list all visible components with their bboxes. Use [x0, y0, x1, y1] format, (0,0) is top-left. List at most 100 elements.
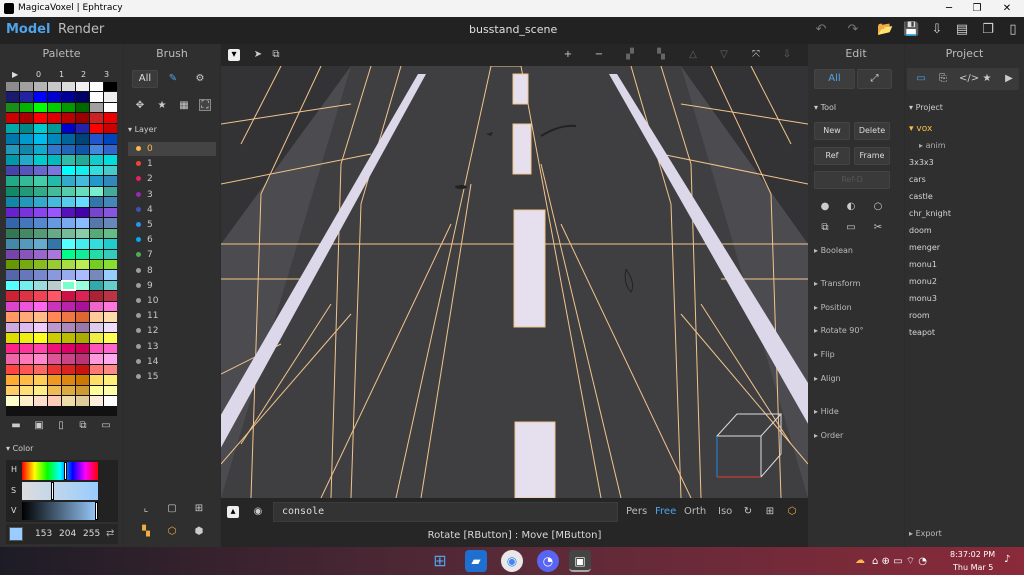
play-icon[interactable]: ▶ — [1003, 73, 1015, 85]
palette-swatch[interactable] — [104, 123, 117, 134]
palette-swatch[interactable] — [76, 322, 89, 333]
arrow-down-icon[interactable]: ⇩ — [781, 49, 793, 61]
palette-swatch[interactable] — [62, 92, 75, 102]
palette-swatch[interactable] — [104, 144, 117, 155]
palette-swatch[interactable] — [104, 291, 117, 301]
palette-swatch[interactable] — [20, 113, 33, 123]
palette-swatch[interactable] — [104, 239, 117, 249]
palette-swatch[interactable] — [62, 291, 75, 301]
palette-swatch[interactable] — [20, 102, 33, 113]
minimize-button[interactable]: ─ — [934, 1, 964, 16]
palette-swatch[interactable] — [90, 322, 103, 333]
palette-swatch[interactable] — [104, 102, 117, 113]
palette-swatch[interactable] — [6, 102, 19, 113]
edit-section[interactable]: ▸ Order — [814, 431, 843, 440]
layer-grid-icon[interactable]: ⊞ — [193, 503, 205, 515]
layer-row[interactable]: 7 — [128, 248, 216, 262]
edit-expand-icon[interactable]: ⤢ — [857, 69, 892, 89]
palette-swatch[interactable] — [90, 82, 103, 92]
palette-swatch[interactable] — [20, 385, 33, 396]
save-icon[interactable]: 💾 — [903, 22, 919, 38]
palette-swatch[interactable] — [62, 102, 75, 113]
palette-swatch[interactable] — [20, 155, 33, 165]
palette-swatch[interactable] — [34, 312, 47, 322]
palette-swatch[interactable] — [76, 375, 89, 385]
palette-swatch[interactable] — [34, 207, 47, 218]
palette-swatch[interactable] — [34, 165, 47, 176]
palette-swatch[interactable] — [48, 186, 61, 197]
fit-view-icon[interactable]: ⤧ — [750, 49, 762, 61]
palette-swatch[interactable] — [6, 165, 19, 176]
palette-swatch[interactable] — [20, 301, 33, 312]
palette-swatch[interactable] — [76, 92, 89, 102]
palette-swatch[interactable] — [48, 396, 61, 406]
palette-swatch[interactable] — [34, 364, 47, 375]
view-iso[interactable]: Iso — [718, 506, 732, 517]
blue-value[interactable]: 255 — [83, 529, 100, 539]
palette-swatch[interactable] — [104, 155, 117, 165]
palette-swatch[interactable] — [20, 396, 33, 406]
palette-swatch[interactable] — [6, 82, 19, 92]
palette-swatch[interactable] — [90, 291, 103, 301]
palette-swatch[interactable] — [104, 385, 117, 396]
layer-box-icon[interactable]: ⬢ — [193, 526, 205, 538]
palette-swatch[interactable] — [6, 134, 19, 144]
palette-swatch[interactable] — [90, 301, 103, 312]
palette-swatch[interactable] — [62, 113, 75, 123]
brush-settings-icon[interactable]: ⚙ — [194, 73, 206, 85]
palette-swatch[interactable] — [90, 207, 103, 218]
palette-swatch[interactable] — [76, 291, 89, 301]
palette-swatch[interactable] — [62, 218, 75, 228]
palette-swatch[interactable] — [62, 333, 75, 343]
palette-swatch[interactable] — [20, 239, 33, 249]
palette-swatch[interactable] — [62, 186, 75, 197]
palette-swatch[interactable] — [62, 165, 75, 176]
palette-swatch[interactable] — [48, 375, 61, 385]
palette-swatch[interactable] — [6, 113, 19, 123]
open-folder-icon[interactable]: 📂 — [877, 22, 893, 38]
palette-swatch[interactable] — [76, 82, 89, 92]
project-header[interactable]: ▾ Project — [909, 103, 943, 112]
palette-swatch[interactable] — [90, 155, 103, 165]
palette-page-0[interactable]: 0 — [36, 70, 41, 79]
palette-swatch[interactable] — [20, 312, 33, 322]
palette-swatch[interactable] — [34, 396, 47, 406]
folder-vox[interactable]: ▾ vox — [909, 124, 932, 134]
palette-swatch[interactable] — [48, 113, 61, 123]
palette-swatch[interactable] — [6, 259, 19, 270]
palette-swatch[interactable] — [76, 228, 89, 239]
palette-swatch[interactable] — [34, 249, 47, 259]
edit-section[interactable]: ▸ Position — [814, 303, 852, 312]
grid-brush-icon[interactable]: ▦ — [178, 100, 190, 112]
edit-section[interactable]: ▸ Align — [814, 374, 841, 383]
palette-swatch[interactable] — [6, 155, 19, 165]
palette-swatch[interactable] — [20, 82, 33, 92]
palette-swatch[interactable] — [62, 385, 75, 396]
3d-viewport[interactable]: ▾ ➤ ⧉ + − ▞ ▚ △ ▽ ⤧ ⇩ — [221, 44, 808, 498]
brush-paint-icon[interactable]: ✎ — [167, 73, 179, 85]
palette-swatch[interactable] — [34, 176, 47, 186]
palette-swatch[interactable] — [104, 354, 117, 364]
palette-swatch[interactable] — [76, 134, 89, 144]
value-handle[interactable] — [95, 502, 98, 520]
palette-swatch[interactable] — [48, 207, 61, 218]
palette-swatch[interactable] — [48, 165, 61, 176]
palette-swatch[interactable] — [48, 354, 61, 364]
palette-swatch[interactable] — [76, 197, 89, 207]
palette-swatch[interactable] — [62, 82, 75, 92]
palette-swatch[interactable] — [104, 375, 117, 385]
palette-swatch[interactable] — [34, 343, 47, 354]
palette-swatch[interactable] — [104, 396, 117, 406]
palette-swatch[interactable] — [6, 197, 19, 207]
layer-row[interactable]: 0 — [128, 142, 216, 156]
palette-swatch[interactable] — [6, 301, 19, 312]
chrome-icon[interactable]: ◉ — [501, 550, 523, 572]
palette-page-3[interactable]: 3 — [104, 70, 109, 79]
saturation-handle[interactable] — [51, 482, 55, 500]
close-button[interactable]: ✕ — [992, 1, 1022, 16]
layer-row[interactable]: 12 — [128, 324, 216, 338]
palette-swatch[interactable] — [6, 364, 19, 375]
palette-swatch[interactable] — [48, 249, 61, 259]
new-palette-icon[interactable]: ▯ — [55, 420, 67, 432]
palette-swatch[interactable] — [62, 207, 75, 218]
